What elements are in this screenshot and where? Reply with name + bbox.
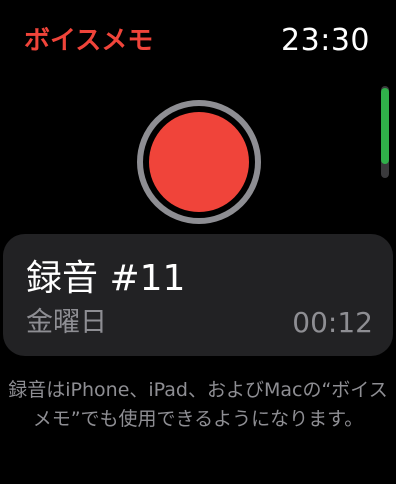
clock: 23:30 <box>281 23 370 58</box>
recording-list-item[interactable]: 録音 #11 金曜日 00:12 <box>3 234 393 356</box>
status-bar: ボイスメモ 23:30 <box>0 0 396 80</box>
app-title: ボイスメモ <box>24 26 154 56</box>
record-button[interactable] <box>137 100 261 224</box>
recording-duration: 00:12 <box>292 306 373 339</box>
sync-info-text: 録音はiPhone、iPad、およびMacの“ボイスメモ”でも使用できるようにな… <box>8 379 388 430</box>
recording-title: 録音 #11 <box>26 258 186 299</box>
scroll-thumb <box>381 88 389 165</box>
record-icon <box>149 112 249 212</box>
recording-day: 金曜日 <box>26 307 107 338</box>
scroll-indicator <box>381 86 389 178</box>
